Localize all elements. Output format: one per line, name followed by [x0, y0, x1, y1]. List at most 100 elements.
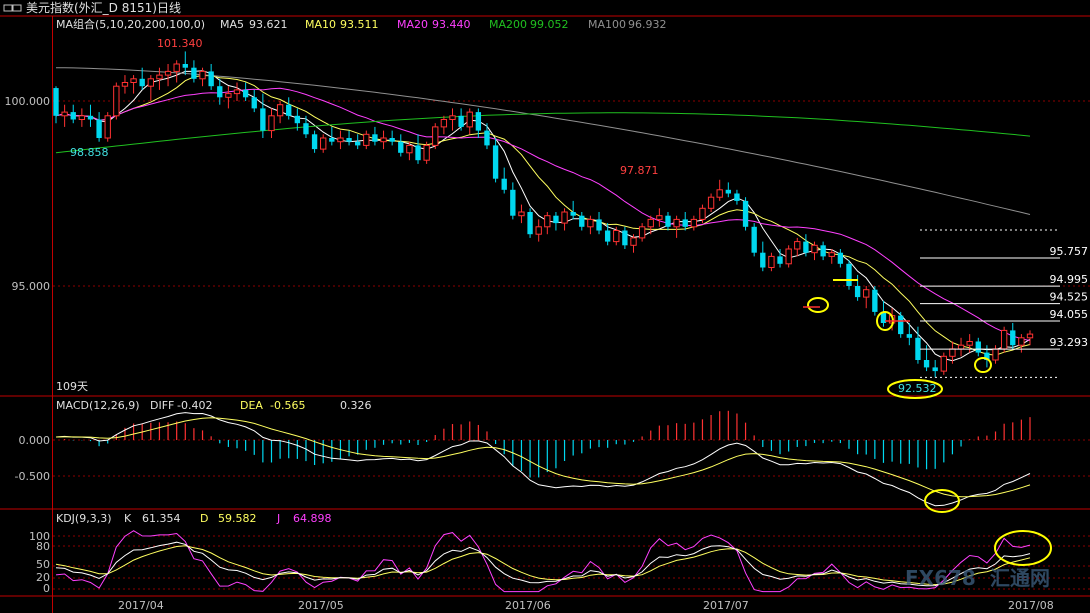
candle-body-down	[139, 78, 145, 87]
candle-body-up	[716, 189, 723, 198]
candle-body-down	[242, 89, 249, 98]
ma200-legend-value: 99.052	[530, 18, 569, 31]
candle-body-down	[458, 115, 464, 127]
ma20-legend-value: 93.440	[432, 18, 471, 31]
price-legend: MA组合(5,10,20,200,100,0) MA5 93.621 MA10 …	[56, 17, 667, 31]
candle-body-up	[638, 226, 646, 239]
candle-body-down	[286, 104, 292, 116]
candlestick-chart: 美元指数(外汇_D 8151)日线 100.000 95.000 0.000 -…	[0, 0, 1090, 613]
candle-body-down	[760, 252, 766, 268]
kdj-k-line	[55, 541, 1031, 587]
candle-body-down	[570, 212, 576, 216]
candle-body-up	[518, 211, 525, 217]
kdj-d-value: 59.582	[218, 512, 257, 525]
candle-body-down	[751, 226, 757, 253]
candle-body-down	[622, 230, 628, 246]
candle-body-down	[742, 200, 749, 227]
fib-level-label: 94.055	[1050, 308, 1089, 321]
candle-body-up	[156, 74, 163, 80]
watermark: FX678 汇通网	[905, 566, 1050, 590]
x-label-apr: 2017/04	[118, 599, 164, 612]
candle-body-down	[372, 134, 378, 142]
ma10-legend-value: 93.511	[340, 18, 379, 31]
x-axis-labels: 2017/04 2017/05 2017/06 2017/07 2017/08	[118, 599, 1054, 612]
candle-body-down	[475, 112, 482, 131]
candle-body-down	[208, 71, 214, 87]
candle-body-up	[61, 111, 68, 117]
candle-body-down	[854, 286, 861, 298]
candle-body-down	[182, 64, 188, 68]
candle-body-up	[613, 230, 620, 243]
kdj-legend: KDJ(9,3,3) K 61.354 D 59.582 J 64.898	[56, 512, 332, 525]
kdj-indicator	[55, 530, 1031, 593]
candle-body-up	[957, 344, 965, 350]
candle-body-up	[268, 115, 275, 132]
candle-body-up	[276, 104, 284, 117]
candle-body-down	[932, 367, 938, 372]
candle-body-up	[199, 70, 206, 80]
window-title: 美元指数(外汇_D 8151)日线	[26, 0, 181, 15]
macd-dea-value: -0.565	[270, 399, 305, 412]
candle-body-up	[768, 255, 775, 268]
candle-body-down	[527, 212, 533, 235]
candle-body-up	[966, 341, 973, 346]
ma200-line	[55, 112, 1031, 154]
x-label-jun: 2017/06	[505, 599, 551, 612]
candle-body-down	[53, 88, 59, 116]
candle-body-down	[604, 230, 611, 242]
candle-body-down	[501, 178, 507, 190]
candle-body-up	[949, 348, 956, 357]
candle-body-up	[449, 115, 456, 121]
kdj-k-value: 61.354	[142, 512, 181, 525]
x-label-jul: 2017/07	[703, 599, 749, 612]
candle-body-down	[492, 145, 499, 179]
candle-body-down	[665, 215, 671, 227]
candle-body-down	[906, 334, 912, 338]
candle-body-up	[992, 348, 999, 361]
candle-body-down	[846, 263, 852, 286]
kdj-label-50: 50	[36, 558, 50, 571]
kdj-d-label: D	[200, 512, 208, 525]
title-bar: 美元指数(外汇_D 8151)日线	[0, 0, 1090, 16]
candle-body-up	[544, 215, 551, 228]
price-label-100: 100.000	[5, 95, 51, 108]
candle-body-down	[682, 219, 688, 227]
macd-indicator	[55, 410, 1031, 507]
ma20-legend-label: MA20	[397, 18, 428, 31]
candle-body-up	[423, 144, 430, 161]
candle-body-up	[440, 119, 448, 128]
macd-legend: MACD(12,26,9) DIFF -0.402 DEA -0.565 0.3…	[56, 399, 372, 412]
highlight-ellipse-c	[974, 357, 992, 373]
candle-body-up	[363, 133, 370, 146]
kdj-title: KDJ(9,3,3)	[56, 512, 112, 525]
fib-level-label: 94.525	[1050, 291, 1089, 304]
candle-body-up	[320, 137, 327, 150]
candle-body-down	[898, 315, 904, 335]
right-low-price-label: 92.532	[898, 382, 937, 395]
fibonacci-levels: 95.757 94.995 94.525 94.055 93.293	[920, 229, 1089, 378]
kdj-j-value: 64.898	[293, 512, 332, 525]
candle-body-up	[466, 111, 473, 128]
candle-body-up	[707, 196, 715, 209]
candle-body-down	[975, 341, 981, 353]
candle-body-up	[1000, 329, 1008, 350]
candle-body-down	[355, 141, 361, 146]
candle-body-down	[553, 215, 559, 224]
candle-body-up	[863, 289, 870, 298]
candle-body-down	[251, 97, 257, 109]
candle-body-up	[121, 82, 129, 87]
candle-body-down	[915, 337, 921, 360]
candle-body-up	[690, 218, 698, 228]
candles	[53, 51, 1034, 378]
ma100-legend-value: 96.932	[628, 18, 667, 31]
candle-body-down	[837, 252, 844, 264]
macd-value: 0.326	[340, 399, 372, 412]
candle-body-up	[380, 137, 387, 143]
candle-body-up	[130, 78, 137, 84]
candle-body-down	[596, 219, 602, 231]
candle-body-up	[164, 70, 172, 76]
kdj-k-label: K	[124, 512, 132, 525]
candle-body-down	[579, 215, 585, 227]
fib-level-label: 95.757	[1050, 245, 1089, 258]
candle-body-down	[87, 115, 94, 120]
